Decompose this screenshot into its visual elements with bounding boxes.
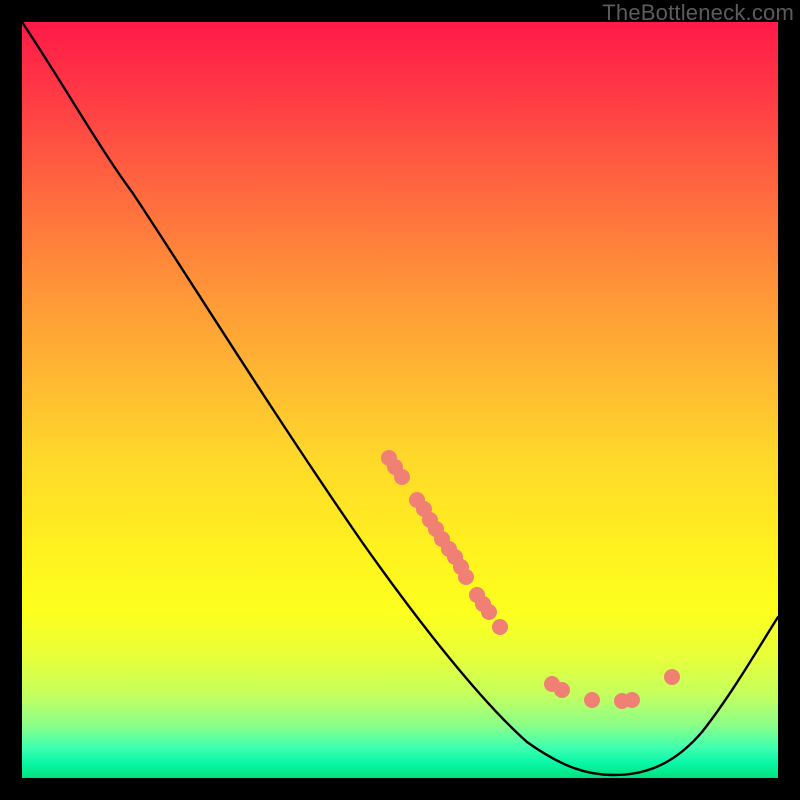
data-point	[664, 669, 680, 685]
curve-layer	[22, 22, 778, 778]
bottleneck-curve	[22, 22, 778, 775]
plot-area	[22, 22, 778, 778]
data-point	[624, 692, 640, 708]
data-point	[458, 569, 474, 585]
data-point	[394, 469, 410, 485]
chart-container: { "watermark": "TheBottleneck.com", "cha…	[0, 0, 800, 800]
data-point	[554, 682, 570, 698]
data-point	[492, 619, 508, 635]
data-point	[481, 604, 497, 620]
data-point	[584, 692, 600, 708]
